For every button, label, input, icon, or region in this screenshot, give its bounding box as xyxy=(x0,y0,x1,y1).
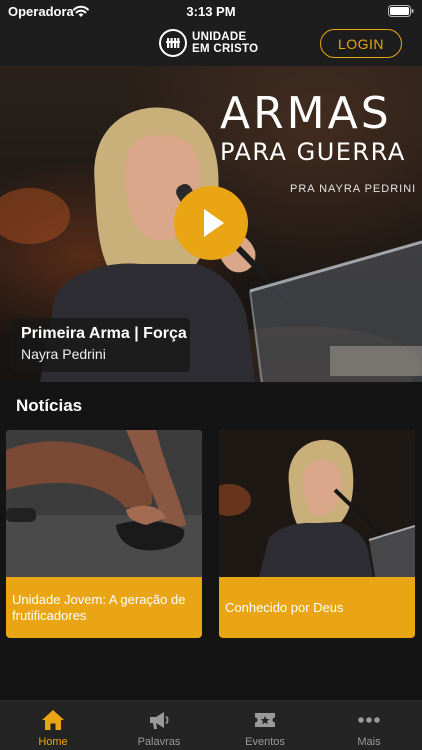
tab-label: Eventos xyxy=(245,736,285,748)
tab-label: Mais xyxy=(357,736,381,748)
app-logo: UNIDADE EM CRISTO xyxy=(159,28,269,58)
sermon-caption: Primeira Arma | Força Nayra Pedrini xyxy=(11,318,190,372)
tab-bar: Home Palavras Eventos Mais xyxy=(0,700,422,750)
tab-label: Home xyxy=(38,736,68,748)
sermon-title: Primeira Arma | Força xyxy=(21,325,187,342)
tab-eventos[interactable]: Eventos xyxy=(212,701,318,750)
logo-text: UNIDADE EM CRISTO xyxy=(192,31,258,55)
tab-label: Palavras xyxy=(137,736,181,748)
news-image xyxy=(6,430,202,577)
battery-icon xyxy=(388,5,414,17)
logo-line-1: UNIDADE xyxy=(192,31,247,43)
news-caption: Conhecido por Deus xyxy=(225,599,344,615)
play-button[interactable] xyxy=(174,186,248,260)
tab-home[interactable]: Home xyxy=(0,701,106,750)
tab-palavras[interactable]: Palavras xyxy=(106,701,212,750)
megaphone-icon xyxy=(150,712,169,729)
hero-subtitle: PARA GUERRA xyxy=(220,138,406,166)
status-bar: Operadora 3:13 PM xyxy=(0,0,422,22)
news-card[interactable]: Unidade Jovem: A geração de frutificador… xyxy=(6,430,202,638)
news-image xyxy=(219,430,415,577)
ticket-icon xyxy=(255,713,275,727)
news-caption: Unidade Jovem: A geração de frutificador… xyxy=(12,591,186,623)
login-button[interactable]: LOGIN xyxy=(320,29,402,58)
hero-speaker-label: PRA NAYRA PEDRINI xyxy=(290,183,417,195)
play-icon xyxy=(204,209,224,237)
tab-mais[interactable]: Mais xyxy=(316,701,422,750)
news-card[interactable]: Conhecido por Deus xyxy=(219,430,415,638)
featured-sermon-banner[interactable]: ARMAS PARA GUERRA PRA NAYRA PEDRINI Prim… xyxy=(0,66,422,382)
news-section-title: Notícias xyxy=(16,396,83,415)
more-dots-icon xyxy=(358,717,380,723)
home-icon xyxy=(42,710,64,730)
sermon-speaker: Nayra Pedrini xyxy=(21,346,106,362)
hero-title: ARMAS xyxy=(220,88,392,139)
logo-line-2: EM CRISTO xyxy=(192,43,259,55)
app-header: UNIDADE EM CRISTO LOGIN xyxy=(0,22,422,66)
logo-mark-icon xyxy=(159,29,187,57)
status-time: 3:13 PM xyxy=(186,4,236,19)
